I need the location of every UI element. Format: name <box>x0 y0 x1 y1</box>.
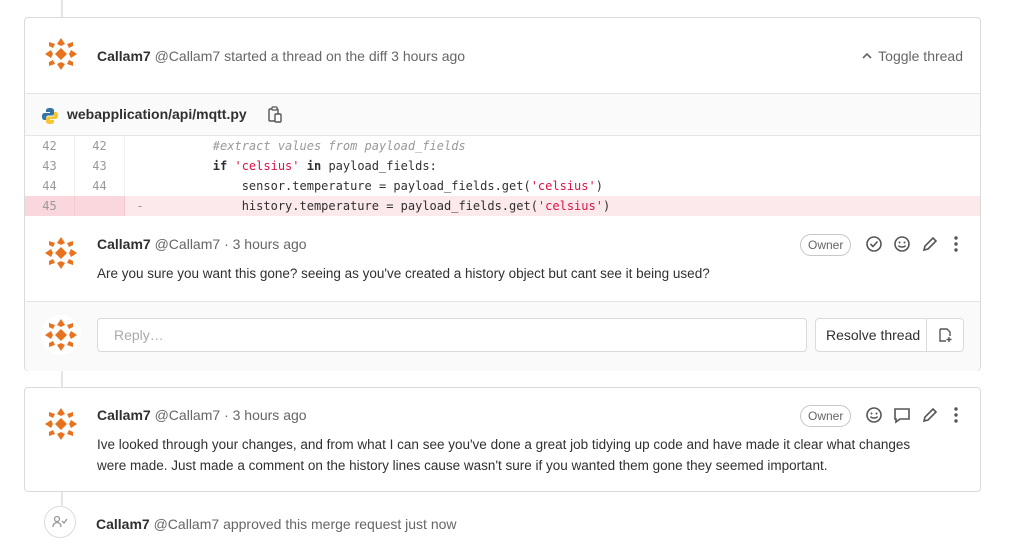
diff-line: 43 43 if 'celsius' in payload_fields: <box>25 156 980 176</box>
author-name[interactable]: Callam7 <box>97 236 151 252</box>
timeline-line-top <box>61 0 63 17</box>
approval-icon <box>44 506 76 538</box>
author-name[interactable]: Callam7 <box>97 48 151 64</box>
toggle-thread-label: Toggle thread <box>878 48 963 64</box>
author-handle[interactable]: @Callam7 <box>154 516 220 532</box>
toggle-thread-button[interactable]: Toggle thread <box>862 48 963 64</box>
author-name[interactable]: Callam7 <box>96 516 150 532</box>
author-name[interactable]: Callam7 <box>97 407 151 423</box>
timeline-line-bottom <box>61 491 63 506</box>
chevron-up-icon <box>862 52 872 59</box>
file-header: webapplication/api/mqtt.py <box>25 93 980 136</box>
owner-badge: Owner <box>800 405 852 427</box>
code-line: history.temperature = payload_fields.get… <box>241 199 611 213</box>
thread-action: started a thread on the diff <box>224 48 388 64</box>
note-body-line: Ive looked through your changes, and fro… <box>97 437 911 452</box>
reply-comment-icon[interactable] <box>893 406 911 424</box>
note-body: Ive looked through your changes, and fro… <box>97 434 910 476</box>
resolve-thread-button[interactable]: Resolve thread <box>816 319 928 351</box>
new-line-number[interactable] <box>75 196 125 216</box>
old-line-number[interactable]: 44 <box>25 176 75 196</box>
avatar[interactable] <box>41 34 81 74</box>
new-line-number[interactable]: 44 <box>75 176 125 196</box>
diff-table: 42 42 #extract values from payload_field… <box>25 136 980 216</box>
diff-thread-card: Callam7 @Callam7 started a thread on the… <box>24 17 981 371</box>
owner-badge: Owner <box>800 234 852 256</box>
comment-body: Are you sure you want this gone? seeing … <box>97 266 710 281</box>
author-handle[interactable]: @Callam7 <box>155 407 221 423</box>
note-card: Callam7 @Callam7 · 3 hours ago Owner Ive… <box>24 387 981 492</box>
emoji-reaction-icon[interactable] <box>865 406 883 424</box>
avatar[interactable] <box>41 404 81 444</box>
new-line-number[interactable]: 43 <box>75 156 125 176</box>
more-actions-icon[interactable] <box>947 406 965 424</box>
avatar[interactable] <box>41 315 81 355</box>
author-handle[interactable]: @Callam7 <box>155 236 221 252</box>
thread-time: 3 hours ago <box>391 48 466 64</box>
system-note-text: Callam7 @Callam7 approved this merge req… <box>96 516 457 532</box>
diff-line: 42 42 #extract values from payload_field… <box>25 136 980 156</box>
timeline-line-mid <box>61 370 63 388</box>
note-header: Callam7 @Callam7 · 3 hours ago <box>97 407 307 423</box>
edit-pencil-icon[interactable] <box>921 406 939 424</box>
thread-header: Callam7 @Callam7 started a thread on the… <box>97 48 465 64</box>
more-actions-icon[interactable] <box>947 235 965 253</box>
diff-line-removed: 45 - history.temperature = payload_field… <box>25 196 980 216</box>
diff-line: 44 44 sensor.temperature = payload_field… <box>25 176 980 196</box>
edit-pencil-icon[interactable] <box>921 235 939 253</box>
file-name[interactable]: webapplication/api/mqtt.py <box>67 106 247 122</box>
note-body-line: were made. Just made a comment on the hi… <box>97 458 828 473</box>
create-issue-icon[interactable] <box>927 327 963 343</box>
system-action: approved this merge request just now <box>223 516 457 532</box>
resolve-check-icon[interactable] <box>865 235 883 253</box>
reply-input[interactable]: Reply… <box>97 318 807 352</box>
old-line-number[interactable]: 42 <box>25 136 75 156</box>
avatar[interactable] <box>41 233 81 273</box>
old-line-number[interactable]: 43 <box>25 156 75 176</box>
copy-file-path-icon[interactable] <box>268 106 282 123</box>
comment-time[interactable]: · 3 hours ago <box>224 236 307 252</box>
code-line: sensor.temperature = payload_fields.get(… <box>241 179 603 193</box>
comment-header: Callam7 @Callam7 · 3 hours ago <box>97 236 307 252</box>
diff-sign: - <box>136 199 144 213</box>
note-time[interactable]: · 3 hours ago <box>224 407 307 423</box>
python-file-icon <box>42 108 58 124</box>
code-line: #extract values from payload_fields <box>212 139 466 153</box>
code-line: if 'celsius' in payload_fields: <box>212 159 437 173</box>
resolve-thread-group: Resolve thread <box>815 318 964 352</box>
old-line-number[interactable]: 45 <box>25 196 75 216</box>
author-handle[interactable]: @Callam7 <box>155 48 221 64</box>
reply-area: Reply… Resolve thread <box>25 301 980 371</box>
new-line-number[interactable]: 42 <box>75 136 125 156</box>
emoji-reaction-icon[interactable] <box>893 235 911 253</box>
